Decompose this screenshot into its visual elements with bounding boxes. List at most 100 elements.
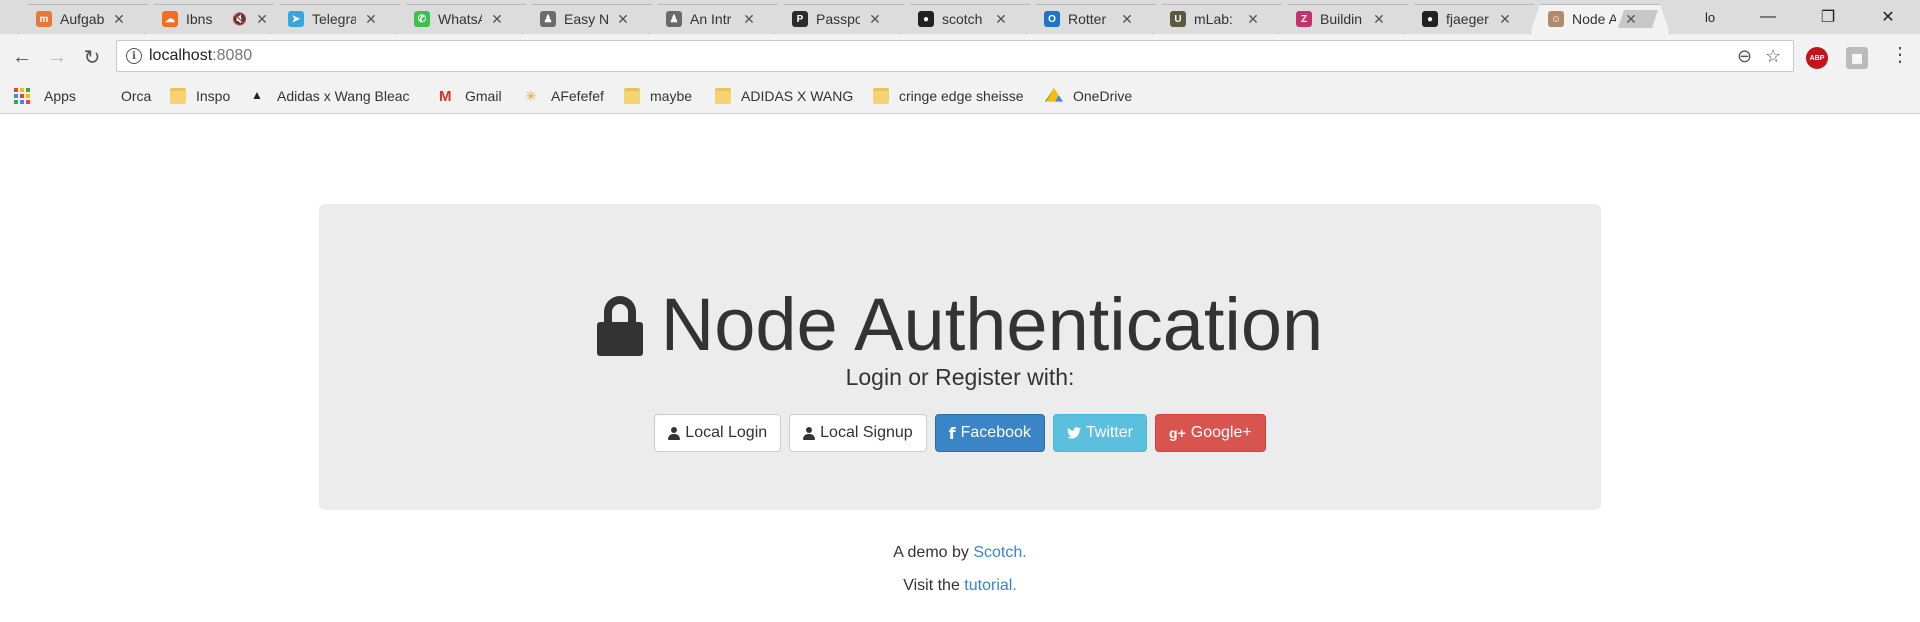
tab-title: An Intr [690,11,732,27]
tab-close-icon[interactable]: ✕ [255,11,269,28]
browser-tab[interactable]: O Rotter ✕ [1026,4,1166,34]
bookmark-label: maybe [650,88,693,104]
adblock-extension-icon[interactable]: ABP [1806,47,1828,69]
facebook-icon: f [948,423,956,443]
tab-favicon-icon: ☁ [162,11,178,27]
tab-close-icon[interactable]: ✕ [112,11,126,28]
bookmark-label: OneDrive [1073,88,1133,104]
bookmark-label: AFefefef [551,88,604,104]
browser-tab[interactable]: ☁ Ibns 🔇 ✕ [144,4,284,34]
tab-close-icon[interactable]: ✕ [994,11,1008,28]
browser-menu-icon[interactable]: ⋮ [1890,42,1910,67]
site-info-icon[interactable]: i [126,48,142,64]
folder-icon [170,88,186,104]
bookmark-label: Apps [44,88,76,104]
bookmark-adidas-wang[interactable]: ▲ Adidas x Wang Bleac [251,88,420,104]
tab-favicon-icon: Z [1296,11,1312,27]
tab-close-icon[interactable]: ✕ [1246,11,1260,28]
page-title: Node Authentication [660,283,1324,366]
bookmark-folder-cringe[interactable]: cringe edge sheisse [873,88,1024,104]
tab-favicon-icon: U [1170,11,1186,27]
tab-favicon-icon: ☺ [1548,11,1564,27]
tab-title: Passpo [816,11,860,27]
scotch-link[interactable]: Scotch. [973,544,1026,561]
page-heading: Node Authentication [319,282,1601,367]
minimize-button[interactable]: — [1744,0,1792,34]
tab-title: WhatsA [438,11,482,27]
tutorial-link[interactable]: tutorial. [964,577,1016,594]
bookmark-star-icon[interactable]: ☆ [1765,46,1781,67]
bookmark-label: Orca [121,88,152,104]
adidas-icon: ▲ [251,88,263,102]
browser-tab[interactable]: UmLab: ✕ [1152,4,1292,34]
tab-close-icon[interactable]: ✕ [1498,11,1512,28]
extension-icon[interactable]: ▦ [1846,47,1868,69]
tab-favicon-icon: ♟ [666,11,682,27]
url-text[interactable]: localhost:8080 [149,47,252,65]
local-login-button[interactable]: Local Login [654,414,782,452]
bookmark-label: Gmail [465,88,502,104]
browser-tab[interactable]: ● scotch ✕ [900,4,1040,34]
reload-button[interactable]: ↻ [80,45,104,69]
bookmark-folder-maybe[interactable]: maybe [624,88,692,104]
url-port: :8080 [212,47,253,64]
close-window-button[interactable]: ✕ [1864,0,1912,34]
local-signup-button[interactable]: Local Signup [789,414,927,452]
bookmark-orca[interactable]: Orca [121,88,151,104]
restore-button[interactable]: ❐ [1804,0,1852,34]
bookmark-label: Adidas x Wang Bleac [277,88,410,104]
tab-title: fjaeger [1446,11,1489,27]
url-host: localhost [149,47,213,64]
browser-tab[interactable]: ♟ Easy N ✕ [522,4,662,34]
back-button[interactable]: ← [10,45,34,69]
forward-button[interactable]: → [45,45,69,69]
browser-tab[interactable]: m Aufgab ✕ [18,4,158,34]
tab-favicon-icon: O [1044,11,1060,27]
address-bar[interactable]: i localhost:8080 ⊖ ☆ [116,40,1794,72]
facebook-button[interactable]: f Facebook [934,414,1045,452]
tab-close-icon[interactable]: ✕ [1372,11,1386,28]
bookmark-label: cringe edge sheisse [899,88,1024,104]
browser-tab[interactable]: ✆ WhatsA ✕ [396,4,536,34]
tab-favicon-icon: P [792,11,808,27]
user-icon [668,426,681,440]
tab-audio-icon[interactable]: 🔇 [232,12,247,26]
bookmark-folder-adidas-x-wang[interactable]: ADIDAS X WANG [715,88,853,104]
tab-close-icon[interactable]: ✕ [742,11,756,28]
tab-close-icon[interactable]: ✕ [490,11,504,28]
tab-title: scotch [942,11,983,27]
tab-close-icon[interactable]: ✕ [364,11,378,28]
browser-tab[interactable]: ➤ Telegra ✕ [270,4,410,34]
apps-icon [14,88,30,104]
footer-visit-line: Visit the tutorial. [0,577,1920,595]
browser-toolbar: ← → ↻ i localhost:8080 ⊖ ☆ ABP ▦ ⋮ [0,34,1920,82]
browser-tab[interactable]: Z Buildin ✕ [1278,4,1418,34]
tab-close-icon[interactable]: ✕ [868,11,882,28]
auth-button-row: Local Login Local Signup f Facebook Twit… [319,414,1601,452]
drive-icon [1045,88,1063,102]
browser-tab[interactable]: P Passpo ✕ [774,4,914,34]
bookmark-onedrive[interactable]: OneDrive [1045,88,1132,104]
bookmark-folder-inspo[interactable]: Inspo [170,88,230,104]
tab-favicon-icon: ✆ [414,11,430,27]
bookmark-gmail[interactable]: M Gmail [439,88,502,105]
tab-close-icon[interactable]: ✕ [1624,11,1638,28]
twitter-button[interactable]: Twitter [1052,414,1148,452]
browser-tab[interactable]: ● fjaeger ✕ [1404,4,1544,34]
folder-icon [715,88,731,104]
tab-favicon-icon: ♟ [540,11,556,27]
tab-close-icon[interactable]: ✕ [1120,11,1134,28]
google-plus-button[interactable]: g+ Google+ [1155,414,1266,452]
profile-button[interactable]: lo [1686,0,1734,34]
bookmark-apps[interactable]: Apps [14,88,76,104]
zoom-icon[interactable]: ⊖ [1737,46,1752,67]
tab-title: Buildin [1320,11,1363,27]
tab-favicon-icon: ➤ [288,11,304,27]
gmail-icon: M [439,88,452,105]
twitter-icon [1066,427,1081,439]
bookmark-afefefef[interactable]: ✳ AFefefef [525,88,604,104]
button-label: Local Signup [820,424,913,441]
tab-close-icon[interactable]: ✕ [616,11,630,28]
button-label: Local Login [685,424,768,441]
browser-tab[interactable]: ♟ An Intr ✕ [648,4,788,34]
